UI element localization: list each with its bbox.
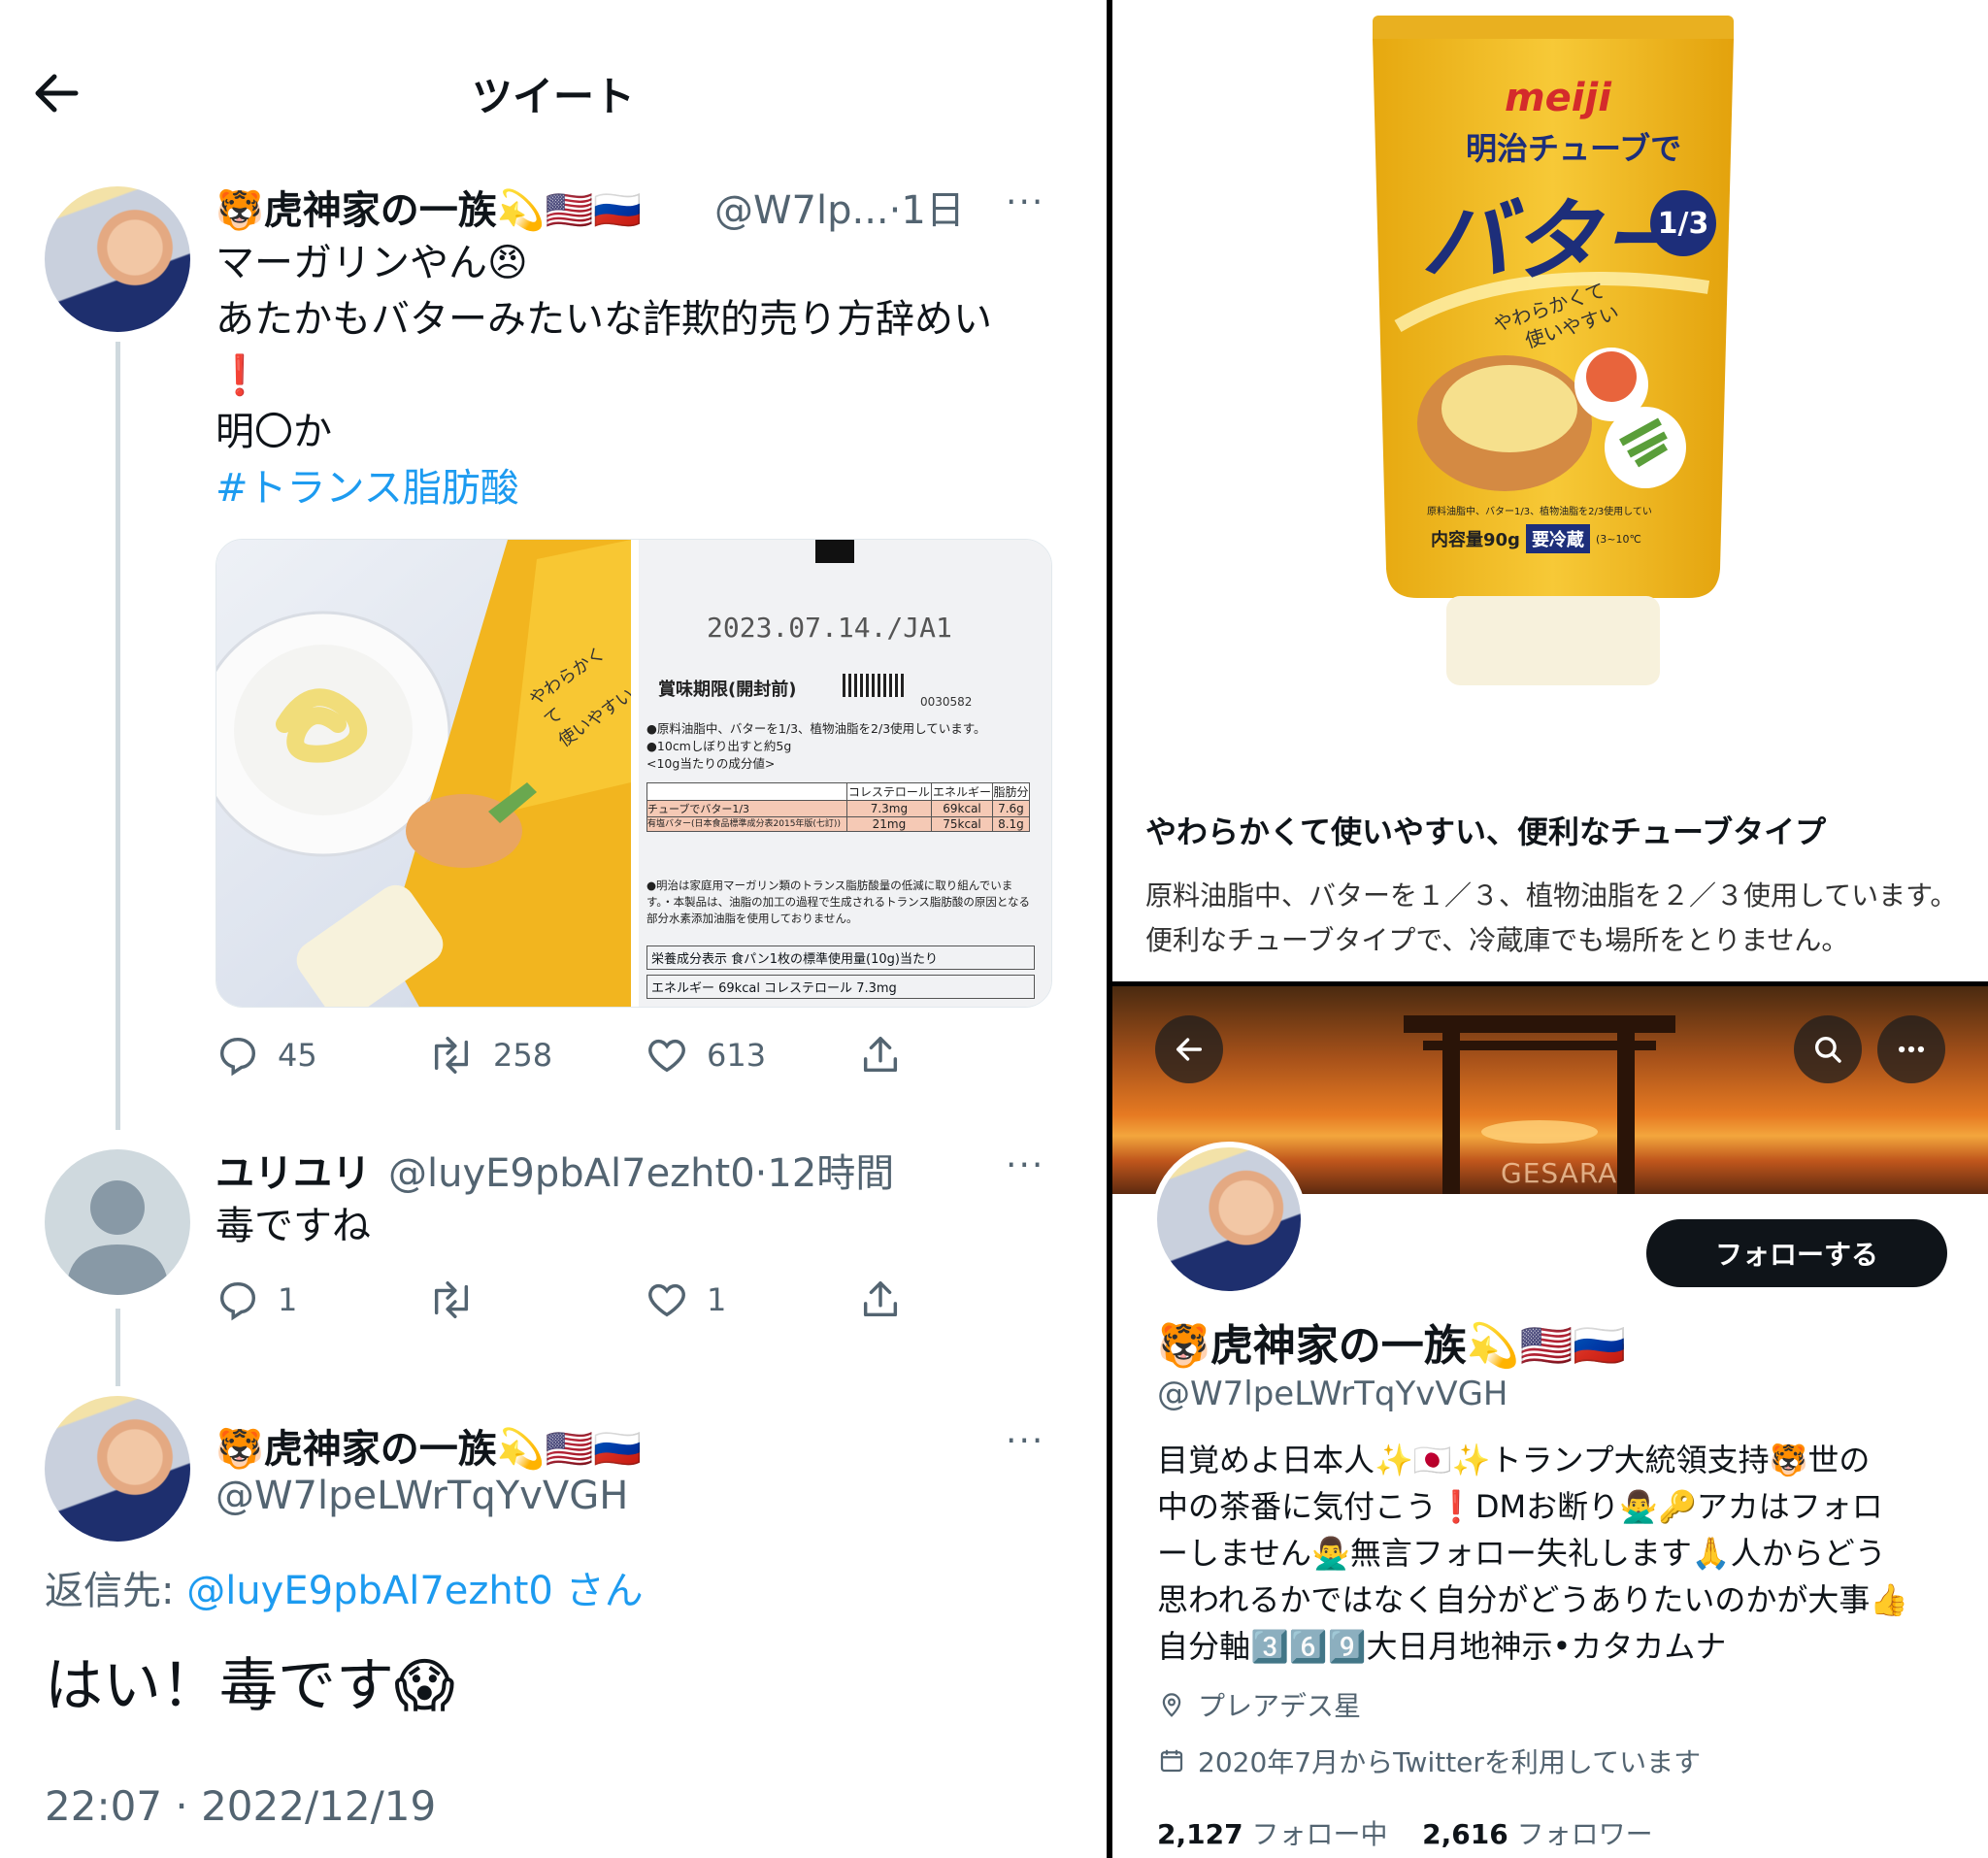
hashtag-link[interactable]: #トランス脂肪酸 <box>215 460 519 516</box>
tweet-author-name[interactable]: 🐯虎神家の一族💫🇺🇸🇷🇺 <box>215 179 642 235</box>
more-options-icon[interactable]: ··· <box>1006 182 1044 222</box>
product-fraction-badge: 1/3 <box>1650 190 1716 256</box>
tweet-author-name[interactable]: ユリユリ <box>215 1142 371 1198</box>
reply-icon <box>219 1037 256 1077</box>
more-icon <box>1898 1045 1925 1053</box>
label-code: 0030582 <box>920 695 973 709</box>
followers-link[interactable]: 2,616 フォロワー <box>1422 1818 1653 1850</box>
search-icon <box>1814 1036 1841 1063</box>
product-brand: meiji <box>1505 76 1611 120</box>
tweet-text: はい！毒です😱 <box>45 1652 455 1720</box>
profile-joined: 2020年7月からTwitterを利用しています <box>1157 1742 1701 1780</box>
reply-button[interactable]: 1 <box>215 1277 297 1322</box>
share-button[interactable] <box>858 1277 903 1322</box>
bio-line: ーしません🙅‍♂️無言フォロー失礼します🙏人からどう <box>1157 1535 1886 1572</box>
banner-text: GESARA <box>1501 1157 1618 1189</box>
retweet-count: 258 <box>493 1037 553 1074</box>
product-description: 原料油脂中、バターを１／３、植物油脂を２／３使用しています。便利なチューブタイプ… <box>1145 879 1958 956</box>
profile-location: プレアデス星 <box>1157 1685 1361 1724</box>
reply-to-line: 返信先: @luyE9pbAl7ezht0 さん <box>45 1569 644 1613</box>
follow-button[interactable]: フォローする <box>1646 1219 1947 1287</box>
like-count: 613 <box>707 1037 767 1074</box>
tweet-author-handle[interactable]: @W7lp...·1日 <box>714 179 965 235</box>
person-silhouette-icon <box>66 1180 169 1295</box>
heart-icon <box>648 1283 685 1317</box>
reply-count: 45 <box>278 1037 317 1074</box>
share-button[interactable] <box>858 1033 903 1078</box>
share-icon <box>863 1281 898 1317</box>
tweet-author-handle[interactable]: @luyE9pbAl7ezht0·12時間 <box>388 1142 894 1198</box>
product-small-note: 原料油脂中、バター1/3、植物油脂を2/3使用してい <box>1427 507 1652 517</box>
following-link[interactable]: 2,127 フォロー中 <box>1157 1818 1388 1850</box>
tweet-media[interactable]: やわらかくて 使いやすい 2023.07.14./JA1 賞味期限(開封前) 00… <box>215 539 1052 1008</box>
tweet-text: 毒ですね <box>215 1204 371 1248</box>
back-arrow-icon <box>1176 1038 1203 1061</box>
tweet-timestamp[interactable]: 22:07 · 2022/12/19 <box>45 1782 436 1830</box>
default-avatar[interactable] <box>45 1149 190 1295</box>
product-line1: 明治チューブで <box>1466 130 1682 167</box>
tube-seal-mark <box>815 540 854 563</box>
label-nutrition-row: エネルギー 69kcal コレステロール 7.3mg <box>646 975 1035 999</box>
tweet-thread-panel: ツイート 🐯虎神家の一族💫🇺🇸🇷🇺 @W7lp...·1日 ··· マーガリンや… <box>0 0 1107 1858</box>
profile-bio: 目覚めよ日本人✨🇯🇵✨トランプ大統領支持🐯世の 中の茶番に気付こう❗DMお断り🙅… <box>1157 1437 1963 1670</box>
profile-follow-counts: 2,127 フォロー中 2,616 フォロワー <box>1157 1813 1653 1852</box>
like-button[interactable]: 1 <box>645 1277 726 1322</box>
page-title: ツイート <box>471 73 635 120</box>
reply-button[interactable]: 45 <box>215 1033 317 1078</box>
product-heading: やわらかくて使いやすい、便利なチューブタイプ <box>1145 813 1827 850</box>
product-capacity-row: 内容量90g 要冷蔵 (3~10℃ <box>1431 524 1641 553</box>
media-divider <box>631 540 639 1007</box>
bio-line: 思われるかではなく自分がどうありたいのかが大事👍 <box>1157 1581 1909 1618</box>
share-icon <box>863 1037 898 1073</box>
tweet-text-line: ❗ <box>215 353 264 398</box>
tweet-text-line: あたかもバターみたいな詐欺的売り方辞めい <box>215 297 992 342</box>
reply-to-link[interactable]: @luyE9pbAl7ezht0 さん <box>186 1569 643 1613</box>
reply-count: 1 <box>278 1281 298 1318</box>
retweet-button[interactable]: 258 <box>427 1033 552 1078</box>
calendar-icon <box>1160 1749 1183 1773</box>
bio-line: 目覚めよ日本人✨🇯🇵✨トランプ大統領支持🐯世の <box>1157 1442 1871 1478</box>
label-barcode <box>843 674 905 697</box>
label-notes: ●原料油脂中、バターを1/3、植物油脂を2/3使用しています。 ●10cmしぼり… <box>646 721 986 771</box>
product-line2: バター <box>1421 189 1690 293</box>
retweet-icon <box>434 1281 469 1318</box>
profile-name: 🐯虎神家の一族💫🇺🇸🇷🇺 <box>1157 1321 1627 1371</box>
more-options-icon[interactable]: ··· <box>1006 1145 1044 1185</box>
label-expiry: 賞味期限(開封前) <box>658 680 797 700</box>
bio-line: 自分軸3️⃣6️⃣9️⃣大日月地神示•カタカムナ <box>1157 1628 1727 1665</box>
label-date: 2023.07.14./JA1 <box>707 612 952 644</box>
media-photo-label-back[interactable]: 2023.07.14./JA1 賞味期限(開封前) 0030582 ●原料油脂中… <box>639 540 1051 1007</box>
more-options-icon[interactable]: ··· <box>1006 1421 1044 1461</box>
heart-icon <box>648 1039 685 1073</box>
bio-line: 中の茶番に気付こう❗DMお断り🙅‍♂️🔑アカはフォロ <box>1157 1488 1883 1525</box>
product-panel: meiji 明治チューブで バター 1/3 やわらかくて 使いやすい 原料油脂中、… <box>1112 0 1988 981</box>
back-button[interactable] <box>1155 1015 1223 1083</box>
avatar[interactable] <box>45 1396 190 1542</box>
retweet-icon <box>434 1037 469 1074</box>
tweet-text-line: 明〇か <box>215 410 332 454</box>
retweet-button[interactable] <box>427 1277 493 1322</box>
like-count: 1 <box>707 1281 727 1318</box>
label-trans-fat-note: ●明治は家庭用マーガリン類のトランス脂肪酸量の低減に取り組んでいます。・本製品は… <box>646 879 1031 925</box>
tweet-author-name[interactable]: 🐯虎神家の一族💫🇺🇸🇷🇺 <box>215 1417 642 1474</box>
reply-icon <box>219 1281 256 1321</box>
profile-panel: GESARA フォローする 🐯虎神家の一族💫🇺🇸🇷🇺 @W7lpeLWrTqYv… <box>1112 986 1988 1858</box>
like-button[interactable]: 613 <box>645 1033 766 1078</box>
search-button[interactable] <box>1794 1015 1862 1083</box>
media-photo-margarine-bowl[interactable]: やわらかくて 使いやすい <box>216 540 638 1007</box>
avatar[interactable] <box>45 186 190 332</box>
location-pin-icon <box>1162 1693 1181 1717</box>
profile-avatar[interactable] <box>1151 1142 1307 1297</box>
tweet-text-line: マーガリンやん😠 <box>215 241 528 285</box>
profile-handle: @W7lpeLWrTqYvVGH <box>1157 1375 1508 1413</box>
tweet-author-handle[interactable]: @W7lpeLWrTqYvVGH <box>215 1474 628 1518</box>
thread-line <box>116 342 120 1130</box>
more-button[interactable] <box>1877 1015 1945 1083</box>
thread-line <box>116 1309 120 1386</box>
label-nutrition-title: 栄養成分表示 食パン1枚の標準使用量(10g)当たり <box>646 946 1035 970</box>
product-tube-image: meiji 明治チューブで バター 1/3 やわらかくて 使いやすい 原料油脂中、… <box>1369 16 1738 685</box>
label-nutrition-table: コレステロール エネルギー 脂肪分 チューブでバター1/3 7.3mg 69kc… <box>646 782 1031 832</box>
